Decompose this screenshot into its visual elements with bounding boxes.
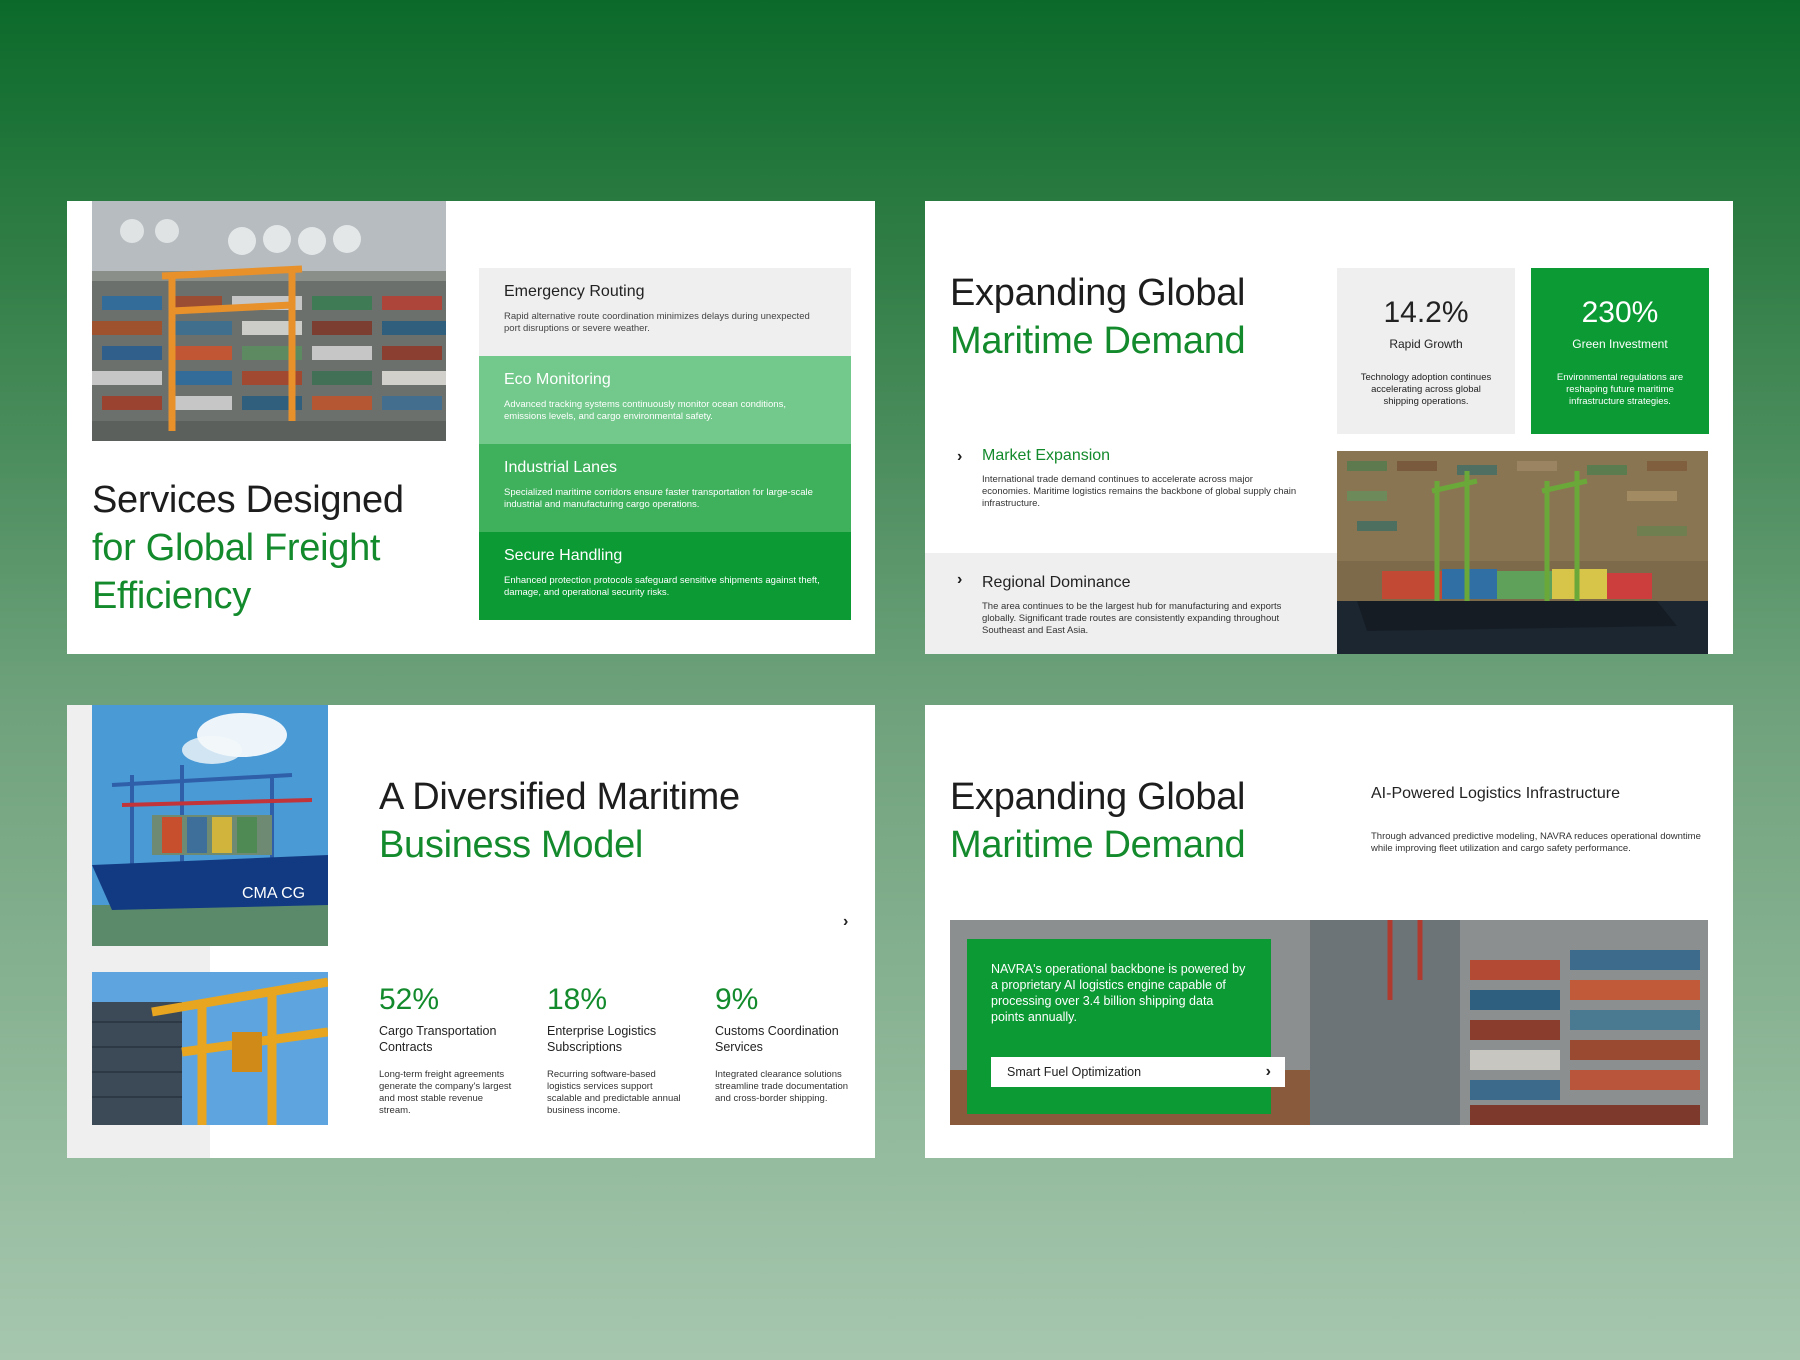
stat-value: 18% [547, 983, 608, 1016]
stat-desc: Long-term freight agreements generate th… [379, 1069, 512, 1116]
feature-title: Regional Dominance [982, 574, 1131, 591]
stat-value: 9% [715, 983, 759, 1016]
service-card-emergency-routing: Emergency Routing Rapid alternative rout… [479, 268, 851, 356]
title-line-2: Maritime Demand [950, 320, 1246, 362]
feature-regional-dominance: › Regional Dominance The area continues … [925, 553, 1337, 654]
service-title: Eco Monitoring [504, 371, 611, 388]
stat-value: 52% [379, 983, 440, 1016]
title-line-1: Services Designed [92, 479, 404, 521]
stat-desc: Integrated clearance solutions streamlin… [715, 1069, 849, 1104]
service-card-industrial-lanes: Industrial Lanes Specialized maritime co… [479, 444, 851, 532]
stat-customs-coordination: 9% Customs Coordination Services Integra… [715, 983, 865, 1105]
stat-desc: Recurring software-based logistics servi… [547, 1069, 681, 1116]
chevron-right-icon[interactable]: › [843, 913, 848, 931]
title-line-2: for Global Freight [92, 527, 381, 569]
service-card-secure-handling: Secure Handling Enhanced protection prot… [479, 532, 851, 620]
container-port-photo [92, 201, 446, 441]
stat-label: Enterprise Logistics Subscriptions [547, 1024, 657, 1054]
slide-services: Services Designed for Global Freight Eff… [67, 201, 875, 654]
highlight-text: NAVRA's operational backbone is powered … [991, 962, 1246, 1024]
stat-cargo-transportation: 52% Cargo Transportation Contracts Long-… [379, 983, 529, 1117]
stat-value: 14.2% [1383, 296, 1469, 329]
smart-fuel-optimization-button[interactable]: Smart Fuel Optimization › [991, 1057, 1285, 1087]
stat-label: Customs Coordination Services [715, 1024, 839, 1054]
subheading-desc: Through advanced predictive modeling, NA… [1371, 831, 1701, 854]
stat-enterprise-logistics: 18% Enterprise Logistics Subscriptions R… [547, 983, 697, 1117]
service-title: Industrial Lanes [504, 459, 617, 476]
crane-containers-photo [92, 972, 328, 1125]
stat-value: 230% [1581, 296, 1659, 329]
feature-desc: International trade demand continues to … [982, 474, 1297, 509]
title-line-2: Business Model [379, 824, 644, 866]
chevron-right-icon: › [1265, 1063, 1271, 1080]
stat-card-rapid-growth: 14.2% Rapid Growth Technology adoption c… [1337, 268, 1515, 434]
title-line-1: Expanding Global [950, 272, 1246, 314]
slide-business-model: CMA CG A Diversified Maritime Business M… [67, 705, 875, 1158]
stat-label: Cargo Transportation Contracts [379, 1024, 497, 1054]
service-desc: Advanced tracking systems continuously m… [504, 399, 786, 422]
chevron-right-icon: › [957, 448, 963, 465]
service-desc: Rapid alternative route coordination min… [504, 311, 810, 334]
title-line-1: A Diversified Maritime [379, 776, 740, 818]
stat-label: Green Investment [1572, 337, 1668, 351]
subheading: AI-Powered Logistics Infrastructure [1371, 785, 1620, 802]
title-line-1: Expanding Global [950, 776, 1246, 818]
slide-maritime-demand: Expanding Global Maritime Demand 14.2% R… [925, 201, 1733, 654]
cargo-ship-crane-photo [1337, 451, 1708, 654]
feature-desc: The area continues to be the largest hub… [982, 601, 1282, 636]
stat-desc: Environmental regulations are reshaping … [1556, 372, 1684, 407]
slide-title: Services Designed for Global Freight Eff… [92, 476, 404, 620]
title-line-2: Maritime Demand [950, 824, 1246, 866]
slide-title: Expanding Global Maritime Demand [950, 269, 1246, 365]
service-title: Emergency Routing [504, 283, 645, 300]
slide-title: A Diversified Maritime Business Model [379, 773, 740, 869]
service-card-eco-monitoring: Eco Monitoring Advanced tracking systems… [479, 356, 851, 444]
stat-desc: Technology adoption continues accelerati… [1360, 372, 1492, 407]
button-label: Smart Fuel Optimization [1007, 1065, 1142, 1079]
feature-market-expansion: › Market Expansion International trade d… [925, 446, 1337, 553]
service-desc: Specialized maritime corridors ensure fa… [504, 487, 813, 510]
slide-ai-infrastructure: Expanding Global Maritime Demand AI-Powe… [925, 705, 1733, 1158]
service-title: Secure Handling [504, 547, 623, 564]
stat-card-green-investment: 230% Green Investment Environmental regu… [1531, 268, 1709, 434]
ship-hull-text: CMA CG [242, 885, 305, 902]
chevron-right-icon: › [957, 571, 963, 588]
cargo-ship-cranes-sky-photo: CMA CG [92, 705, 328, 946]
service-desc: Enhanced protection protocols safeguard … [504, 575, 820, 598]
highlight-box: NAVRA's operational backbone is powered … [967, 939, 1285, 1114]
feature-title: Market Expansion [982, 447, 1111, 464]
title-line-3: Efficiency [92, 575, 251, 617]
stat-label: Rapid Growth [1389, 337, 1463, 351]
slide-title: Expanding Global Maritime Demand [950, 773, 1246, 869]
